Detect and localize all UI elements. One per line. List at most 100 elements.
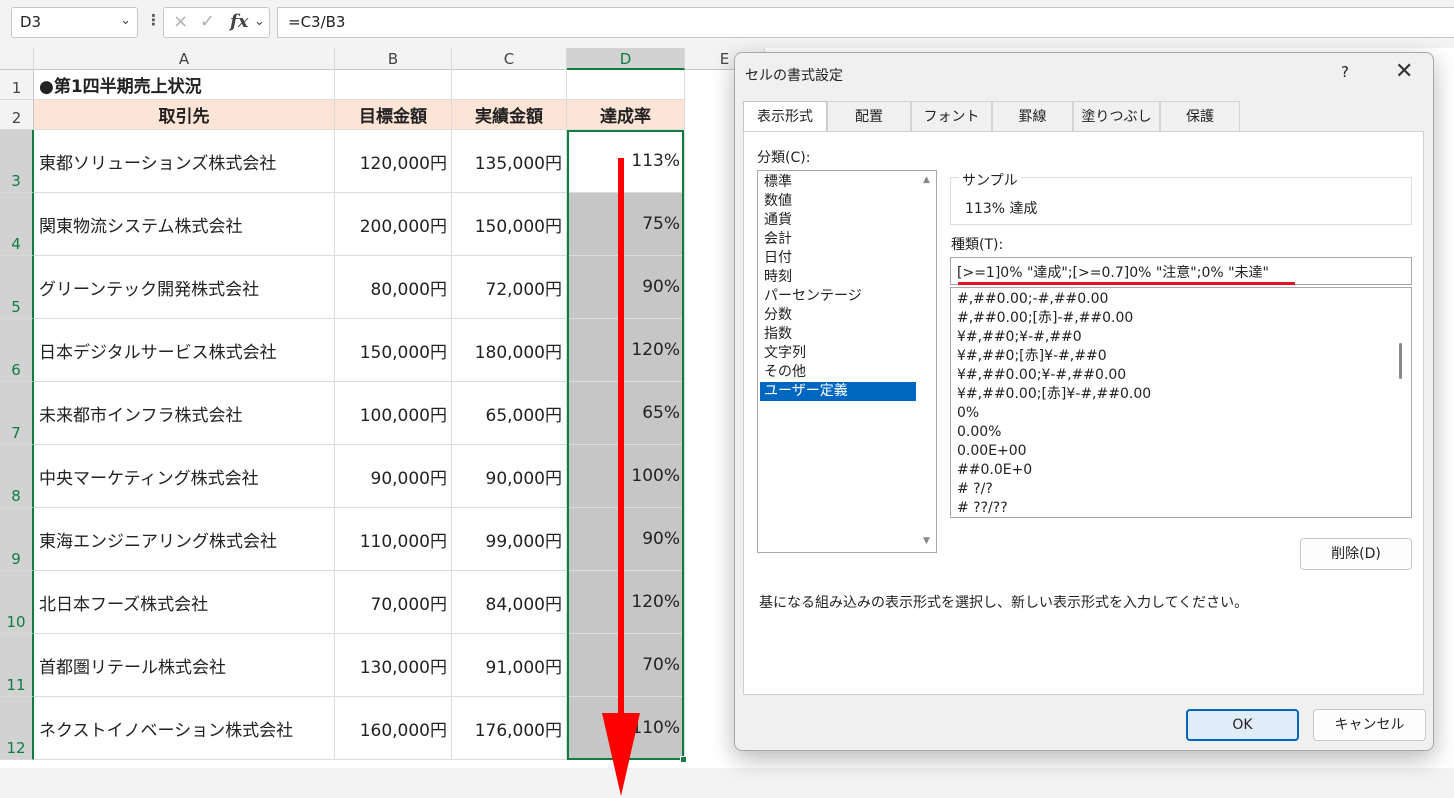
category-item[interactable]: 会計 — [760, 230, 916, 249]
target-amount-cell[interactable]: 160,000円 — [335, 697, 452, 760]
row-header-5[interactable]: 5 — [0, 256, 34, 319]
tab-font[interactable]: フォント — [911, 101, 992, 131]
actual-amount-cell[interactable]: 90,000円 — [452, 445, 567, 508]
enter-icon[interactable]: ✓ — [200, 11, 215, 32]
format-item[interactable]: ¥#,##0;[赤]¥-#,##0 — [957, 347, 1107, 366]
client-header[interactable]: 取引先 — [34, 100, 335, 130]
category-item[interactable]: パーセンテージ — [760, 287, 916, 306]
target-amount-cell[interactable]: 70,000円 — [335, 571, 452, 634]
target-amount-cell[interactable]: 150,000円 — [335, 319, 452, 382]
format-item[interactable]: ##0.0E+0 — [957, 461, 1032, 480]
target-amount-cell[interactable]: 120,000円 — [335, 130, 452, 193]
actual-amount-cell[interactable]: 176,000円 — [452, 697, 567, 760]
more-icon[interactable]: ⋮ — [146, 11, 161, 29]
row-header-2[interactable]: 2 — [0, 100, 34, 130]
format-item[interactable]: ¥#,##0;¥-#,##0 — [957, 328, 1082, 347]
actual-amount-cell[interactable]: 72,000円 — [452, 256, 567, 319]
delete-button[interactable]: 削除(D) — [1300, 538, 1412, 570]
insert-function-icon[interactable]: fx — [230, 11, 248, 32]
client-name-cell[interactable]: 日本デジタルサービス株式会社 — [34, 319, 335, 382]
row-header-1[interactable]: 1 — [0, 70, 34, 100]
row-header-9[interactable]: 9 — [0, 508, 34, 571]
tab-number[interactable]: 表示形式 — [743, 101, 827, 132]
row-header-10[interactable]: 10 — [0, 571, 34, 634]
client-name-cell[interactable]: ネクストイノベーション株式会社 — [34, 697, 335, 760]
cancel-button[interactable]: キャンセル — [1313, 709, 1426, 741]
cell-b1[interactable] — [335, 70, 452, 100]
row-header-7[interactable]: 7 — [0, 382, 34, 445]
target-amount-cell[interactable]: 80,000円 — [335, 256, 452, 319]
row-header-3[interactable]: 3 — [0, 130, 34, 193]
client-name-cell[interactable]: 東海エンジニアリング株式会社 — [34, 508, 335, 571]
category-item[interactable]: ユーザー定義 — [760, 382, 916, 401]
chevron-down-icon[interactable]: ⌄ — [254, 14, 265, 29]
fill-handle[interactable] — [680, 756, 687, 763]
category-item[interactable]: その他 — [760, 363, 916, 382]
target-amount-cell[interactable]: 130,000円 — [335, 634, 452, 697]
category-item[interactable]: 通貨 — [760, 211, 916, 230]
format-item[interactable]: ¥#,##0.00;[赤]¥-#,##0.00 — [957, 385, 1151, 404]
row-header-4[interactable]: 4 — [0, 193, 34, 256]
actual-amount-cell[interactable]: 135,000円 — [452, 130, 567, 193]
tab-fill[interactable]: 塗りつぶし — [1073, 101, 1160, 131]
client-name-cell[interactable]: 東都ソリューションズ株式会社 — [34, 130, 335, 193]
target-amount-cell[interactable]: 200,000円 — [335, 193, 452, 256]
category-scrollbar[interactable]: ▲ ▼ — [919, 171, 936, 552]
row-header-6[interactable]: 6 — [0, 319, 34, 382]
row-header-12[interactable]: 12 — [0, 697, 34, 760]
formula-input[interactable]: =C3/B3 — [277, 7, 1454, 38]
format-item[interactable]: #,##0.00;[赤]-#,##0.00 — [957, 309, 1133, 328]
column-header-b[interactable]: B — [335, 48, 452, 70]
format-item[interactable]: ¥#,##0.00;¥-#,##0.00 — [957, 366, 1126, 385]
column-header-d[interactable]: D — [567, 48, 685, 70]
category-item[interactable]: 数値 — [760, 192, 916, 211]
scroll-thumb[interactable] — [1399, 343, 1402, 379]
client-name-cell[interactable]: 首都圏リテール株式会社 — [34, 634, 335, 697]
format-item[interactable]: 0.00% — [957, 423, 1001, 442]
row-header-8[interactable]: 8 — [0, 445, 34, 508]
scroll-up-icon[interactable]: ▲ — [923, 175, 930, 185]
format-item[interactable]: # ?/? — [957, 480, 993, 499]
tab-border[interactable]: 罫線 — [992, 101, 1073, 131]
cancel-icon[interactable]: × — [173, 11, 188, 32]
format-type-input[interactable]: [>=1]0% "達成";[>=0.7]0% "注意";0% "未達" — [950, 257, 1412, 285]
actual-header[interactable]: 実績金額 — [452, 100, 567, 130]
category-item[interactable]: 文字列 — [760, 344, 916, 363]
client-name-cell[interactable]: 未来都市インフラ株式会社 — [34, 382, 335, 445]
category-item[interactable]: 日付 — [760, 249, 916, 268]
close-icon[interactable]: ✕ — [1395, 59, 1413, 84]
row-header-11[interactable]: 11 — [0, 634, 34, 697]
category-list[interactable]: 標準 数値 通貨 会計 日付 時刻 パーセンテージ 分数 指数 文字列 その他 ユーザー定義 ▲ ▼ — [757, 170, 937, 553]
category-item[interactable]: 時刻 — [760, 268, 916, 287]
cell-c1[interactable] — [452, 70, 567, 100]
actual-amount-cell[interactable]: 180,000円 — [452, 319, 567, 382]
actual-amount-cell[interactable]: 99,000円 — [452, 508, 567, 571]
actual-amount-cell[interactable]: 150,000円 — [452, 193, 567, 256]
format-item[interactable]: 0.00E+00 — [957, 442, 1027, 461]
column-header-a[interactable]: A — [34, 48, 335, 70]
format-item[interactable]: # ??/?? — [957, 499, 1008, 517]
format-item[interactable]: #,##0.00;-#,##0.00 — [957, 290, 1108, 309]
help-icon[interactable]: ? — [1341, 63, 1349, 81]
category-item[interactable]: 分数 — [760, 306, 916, 325]
tab-protection[interactable]: 保護 — [1160, 101, 1240, 131]
actual-amount-cell[interactable]: 91,000円 — [452, 634, 567, 697]
client-name-cell[interactable]: グリーンテック開発株式会社 — [34, 256, 335, 319]
category-item[interactable]: 指数 — [760, 325, 916, 344]
scroll-down-icon[interactable]: ▼ — [923, 536, 930, 546]
actual-amount-cell[interactable]: 65,000円 — [452, 382, 567, 445]
format-list[interactable]: #,##0.00;-#,##0.00 #,##0.00;[赤]-#,##0.00 ¥… — [950, 287, 1412, 518]
cell-d1[interactable] — [567, 70, 685, 100]
category-item[interactable]: 標準 — [760, 173, 916, 192]
actual-amount-cell[interactable]: 84,000円 — [452, 571, 567, 634]
client-name-cell[interactable]: 関東物流システム株式会社 — [34, 193, 335, 256]
target-header[interactable]: 目標金額 — [335, 100, 452, 130]
client-name-cell[interactable]: 北日本フーズ株式会社 — [34, 571, 335, 634]
sheet-title-cell[interactable]: ●第1四半期売上状況 — [34, 70, 335, 100]
rate-header[interactable]: 達成率 — [567, 100, 685, 130]
ok-button[interactable]: OK — [1186, 709, 1299, 741]
select-all-corner[interactable] — [0, 48, 34, 70]
format-item[interactable]: 0% — [957, 404, 979, 423]
column-header-c[interactable]: C — [452, 48, 567, 70]
target-amount-cell[interactable]: 100,000円 — [335, 382, 452, 445]
